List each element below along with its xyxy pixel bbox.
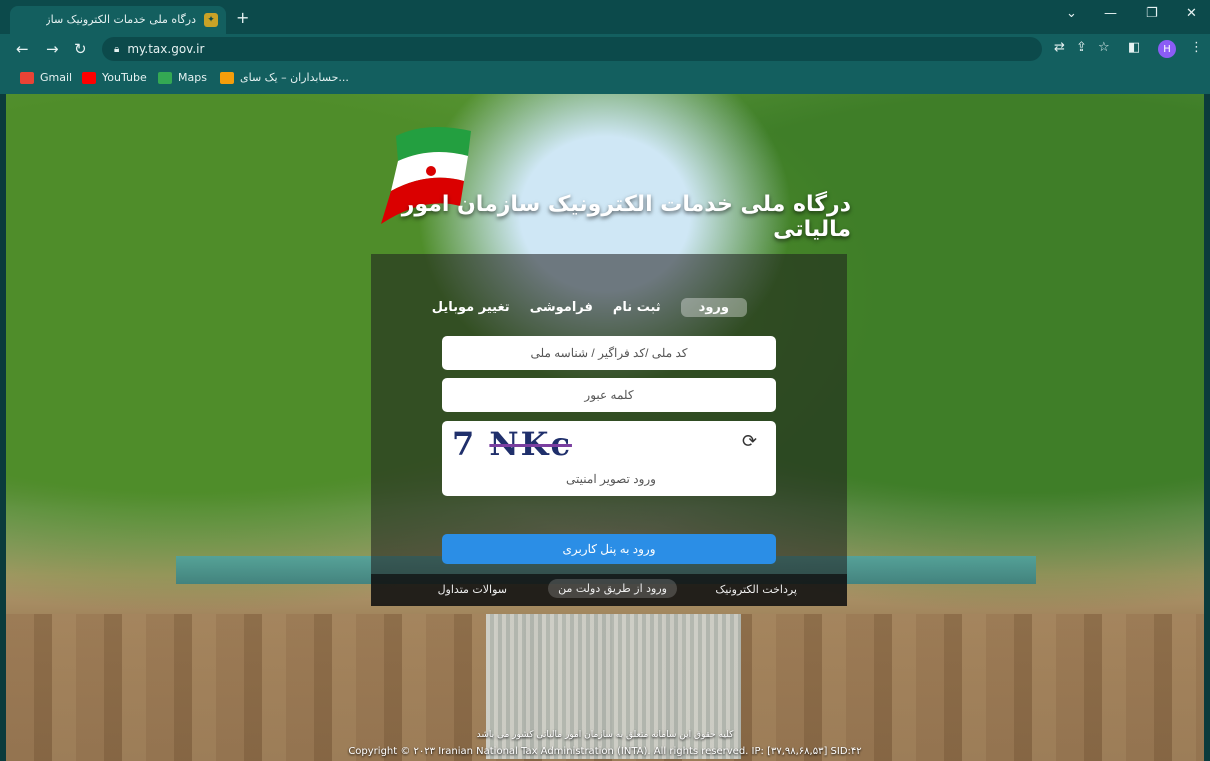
share-icon[interactable]: ⇪	[1076, 40, 1087, 55]
faq-link[interactable]: سوالات متداول	[438, 583, 507, 596]
bookmark-maps[interactable]: Maps	[158, 71, 207, 84]
minimize-icon[interactable]: —	[1104, 6, 1117, 21]
tab-strip: ✕ درگاه ملی خدمات الکترونیک سازمان ✦ + ⌄…	[0, 0, 1210, 34]
gmail-icon	[20, 71, 34, 84]
lock-icon: 🔒︎	[114, 43, 120, 55]
profile-avatar[interactable]: H	[1158, 40, 1176, 58]
password-input[interactable]	[442, 378, 776, 412]
my-gov-login-link[interactable]: ورود از طریق دولت من	[548, 579, 677, 598]
login-page: درگاه ملی خدمات الکترونیک سازمان امور ما…	[6, 94, 1204, 761]
tab-login[interactable]: ورود	[680, 298, 747, 317]
panel-footer: پرداخت الکترونیک ورود از طریق دولت من سو…	[371, 574, 847, 606]
portal-title: درگاه ملی خدمات الکترونیک سازمان امور ما…	[401, 192, 851, 242]
copyright-text: Copyright © ۲۰۲۳ Iranian National Tax Ad…	[348, 746, 862, 757]
side-panel-icon[interactable]: ◧	[1128, 40, 1140, 55]
refresh-captcha-icon[interactable]: ⟳	[742, 431, 757, 452]
captcha-image: 7 NKc	[452, 425, 572, 463]
reload-icon[interactable]: ↻	[74, 40, 87, 58]
bookmark-star-icon[interactable]: ☆	[1098, 40, 1110, 55]
bookmark-gmail[interactable]: Gmail	[20, 71, 72, 84]
browser-toolbar: ← → ↻ 🔒︎ my.tax.gov.ir ⇄ ⇪ ☆ ◧ H ⋮	[0, 34, 1210, 64]
bookmark-site[interactable]: حسابداران – یک سای...	[220, 71, 349, 84]
tab-search-icon[interactable]: ⌄	[1066, 6, 1077, 21]
captcha-input[interactable]	[442, 463, 780, 495]
site-favicon-icon: ✦	[204, 13, 218, 27]
tab-register[interactable]: ثبت نام	[613, 298, 661, 317]
close-window-icon[interactable]: ✕	[1186, 6, 1197, 21]
maps-icon	[158, 71, 172, 84]
back-icon[interactable]: ←	[16, 40, 29, 58]
login-tabs: ورود ثبت نام فراموشی تغییر موبایل	[432, 298, 747, 317]
login-button[interactable]: ورود به پنل کاربری	[442, 534, 776, 564]
translate-icon[interactable]: ⇄	[1054, 40, 1065, 55]
browser-tab[interactable]: ✕ درگاه ملی خدمات الکترونیک سازمان ✦	[10, 6, 226, 34]
bookmarks-bar: Gmail YouTube Maps حسابداران – یک سای...	[0, 64, 1210, 94]
site-icon	[220, 71, 234, 84]
address-bar[interactable]: 🔒︎ my.tax.gov.ir	[102, 37, 1042, 61]
epayment-link[interactable]: پرداخت الکترونیک	[715, 583, 797, 596]
bookmark-youtube[interactable]: YouTube	[82, 71, 147, 84]
url-text: my.tax.gov.ir	[127, 42, 205, 56]
forward-icon[interactable]: →	[46, 40, 59, 58]
username-input[interactable]	[442, 336, 776, 370]
login-panel: ورود ثبت نام فراموشی تغییر موبایل 7 NKc …	[371, 254, 847, 606]
new-tab-icon[interactable]: +	[236, 8, 249, 27]
tab-change-mobile[interactable]: تغییر موبایل	[432, 298, 510, 317]
youtube-icon	[82, 71, 96, 84]
menu-kebab-icon[interactable]: ⋮	[1190, 40, 1203, 55]
tab-title: درگاه ملی خدمات الکترونیک سازمان	[46, 13, 196, 26]
tab-forgot[interactable]: فراموشی	[530, 298, 593, 317]
restore-icon[interactable]: ❐	[1146, 6, 1158, 21]
captcha-box: 7 NKc ⟳	[442, 421, 780, 496]
rights-text: کلیه حقوق این سامانه متعلق به سازمان امو…	[476, 730, 734, 740]
browser-chrome: ✕ درگاه ملی خدمات الکترونیک سازمان ✦ + ⌄…	[0, 0, 1210, 94]
